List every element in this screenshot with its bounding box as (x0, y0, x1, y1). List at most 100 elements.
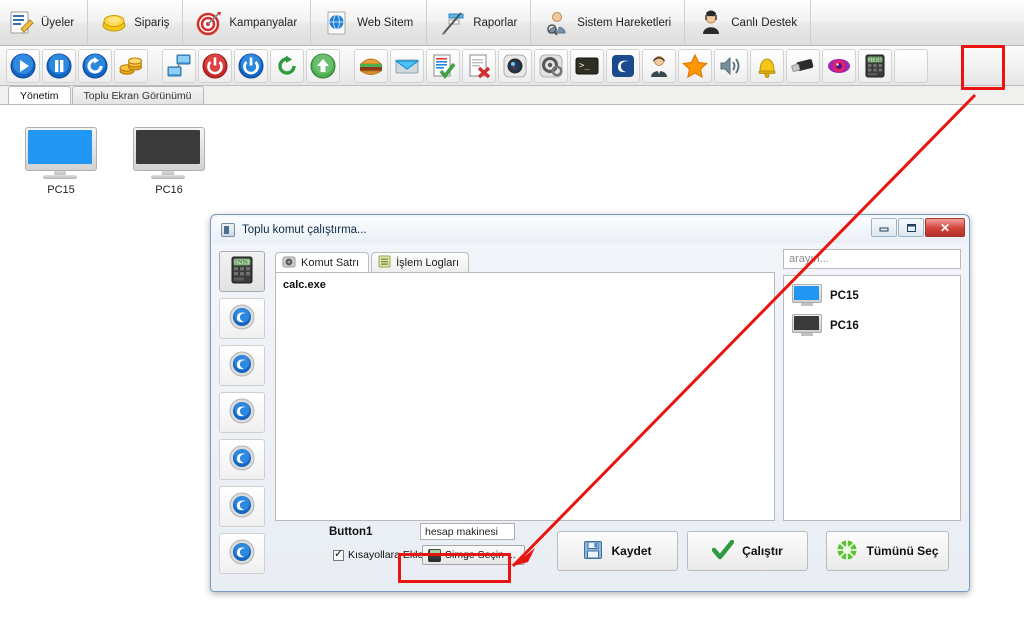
minimize-button[interactable] (871, 218, 897, 237)
strip-button-gear-3[interactable] (219, 392, 265, 433)
toolbar-button-mail[interactable] (390, 48, 424, 83)
computer-item-pc16[interactable]: PC16 (128, 127, 210, 196)
tab-label: İşlem Logları (396, 257, 460, 269)
strip-button-gear-6[interactable] (219, 533, 265, 574)
toolbar-button-usb[interactable] (786, 48, 820, 83)
play-icon (10, 53, 36, 79)
toolbar-button-calculator[interactable]: 27456 (858, 48, 892, 83)
eye-icon (826, 53, 852, 79)
menu-item-sistem-hareketleri[interactable]: Sistem Hareketleri (531, 0, 686, 45)
monitor-icon (25, 127, 97, 179)
input-value: hesap makinesi (425, 525, 498, 538)
strip-button-gear-1[interactable] (219, 298, 265, 339)
tab-yonetim[interactable]: Yönetim (8, 86, 71, 104)
bell-icon (754, 53, 780, 79)
toolbar-button-restart[interactable] (270, 48, 304, 83)
run-button[interactable]: Çalıştır (687, 531, 808, 571)
toolbar-button-pause[interactable] (42, 48, 76, 83)
settings-gear-icon (538, 53, 564, 79)
toolbar-button-document-delete[interactable] (462, 48, 496, 83)
toolbar-button-shutdown[interactable] (198, 48, 232, 83)
toolbar-button-user[interactable] (642, 48, 676, 83)
strip-button-gear-4[interactable] (219, 439, 265, 480)
toolbar-button-star[interactable] (678, 48, 712, 83)
window-controls: ✕ (870, 218, 965, 237)
save-button[interactable]: Kaydet (557, 531, 678, 571)
toolbar-button-bell[interactable] (750, 48, 784, 83)
monitor-icon (792, 284, 822, 308)
toolbar-button-network[interactable] (162, 48, 196, 83)
menu-item-raporlar[interactable]: Raporlar (427, 0, 532, 45)
strip-button-gear-5[interactable] (219, 486, 265, 527)
dialog-body: 27456 Komut Satrı İşlem Logları calc.exe… (219, 245, 961, 583)
usb-icon (790, 53, 816, 79)
add-to-shortcuts-checkbox[interactable]: Kısayollara Ekle (333, 548, 423, 561)
menu-item-siparis[interactable]: Sipariş (88, 0, 184, 45)
toolbar-button-upload[interactable] (306, 48, 340, 83)
star-icon (682, 53, 708, 79)
command-text-area[interactable]: calc.exe (275, 272, 775, 521)
list-item[interactable]: PC15 (788, 281, 956, 311)
blue-gear-icon (228, 397, 256, 428)
search-placeholder: arayın... (789, 253, 829, 265)
list-item[interactable]: PC16 (788, 311, 956, 341)
target-icon (196, 9, 222, 37)
select-all-icon (836, 539, 858, 564)
strip-button-calculator[interactable]: 27456 (219, 251, 265, 292)
dialog-title-bar[interactable]: Toplu komut çalıştırma... ✕ (213, 217, 967, 243)
checkbox-box (333, 548, 344, 561)
button-label: Çalıştır (742, 544, 783, 558)
document-delete-icon (466, 53, 492, 79)
network-icon (166, 53, 192, 79)
toolbar-button-play[interactable] (6, 48, 40, 83)
computer-item-pc15[interactable]: PC15 (20, 127, 102, 196)
tab-komut-satri[interactable]: Komut Satrı (275, 252, 370, 273)
toolbar-button-refresh[interactable] (78, 48, 112, 83)
tab-islem-loglari[interactable]: İşlem Logları (371, 252, 470, 273)
toolbar-button-eye[interactable] (822, 48, 856, 83)
strip-button-gear-2[interactable] (219, 345, 265, 386)
menu-item-uyeler[interactable]: Üyeler (0, 0, 89, 45)
blue-gear-icon (228, 538, 256, 569)
button-label: Simge Seçin ... (445, 549, 516, 561)
dialog-footer: Button1 hesap makinesi Kısayollara Ekle … (275, 523, 961, 581)
toolbar-button-camera[interactable] (498, 48, 532, 83)
select-all-button[interactable]: Tümünü Seç (826, 531, 949, 571)
calculator-icon: 27456 (229, 255, 255, 288)
computer-list: PC15 PC16 (783, 275, 961, 521)
user-search-icon (544, 9, 570, 37)
upload-icon (310, 53, 336, 79)
toolbar-button-volume[interactable] (714, 48, 748, 83)
button-name-input[interactable]: hesap makinesi (420, 523, 515, 540)
toolbar-button-settings[interactable] (534, 48, 568, 83)
monitor-icon (792, 314, 822, 338)
maximize-button[interactable] (898, 218, 924, 237)
menu-item-kampanyalar[interactable]: Kampanyalar (183, 0, 312, 45)
tab-label: Yönetim (20, 89, 59, 102)
main-menu-bar: Üyeler Sipariş Kampanyalar Web Sitem Rap… (0, 0, 1024, 46)
icon-strip: 27456 (219, 251, 267, 574)
menu-item-web-sitem[interactable]: Web Sitem (311, 0, 428, 45)
toolbar-button-coins[interactable] (114, 48, 148, 83)
svg-text:>_: >_ (579, 61, 590, 71)
toolbar-button-document-check[interactable] (426, 48, 460, 83)
button-label: Kaydet (611, 544, 652, 558)
toolbar-button-burger[interactable] (354, 48, 388, 83)
menu-item-label: Raporlar (473, 16, 518, 29)
search-input[interactable]: arayın... (783, 249, 961, 269)
menu-item-canli-destek[interactable]: Canlı Destek (685, 0, 812, 45)
toolbar-button-extra[interactable] (894, 48, 928, 83)
tab-toplu-ekran-gorunumu[interactable]: Toplu Ekran Görünümü (71, 86, 204, 104)
computer-icon-grid: PC15 PC16 (20, 127, 210, 196)
toolbar-button-browser[interactable] (606, 48, 640, 83)
menu-item-label: Sipariş (134, 16, 170, 29)
blue-gear-icon (228, 350, 256, 381)
close-button[interactable]: ✕ (925, 218, 965, 237)
menu-item-label: Canlı Destek (731, 16, 798, 29)
toolbar-button-power[interactable] (234, 48, 268, 83)
terminal-icon: >_ (574, 53, 600, 79)
toolbar-button-terminal[interactable]: >_ (570, 48, 604, 83)
menu-item-label: Sistem Hareketleri (577, 16, 672, 29)
select-icon-button[interactable]: Simge Seçin ... (422, 545, 525, 565)
order-icon (101, 9, 127, 37)
